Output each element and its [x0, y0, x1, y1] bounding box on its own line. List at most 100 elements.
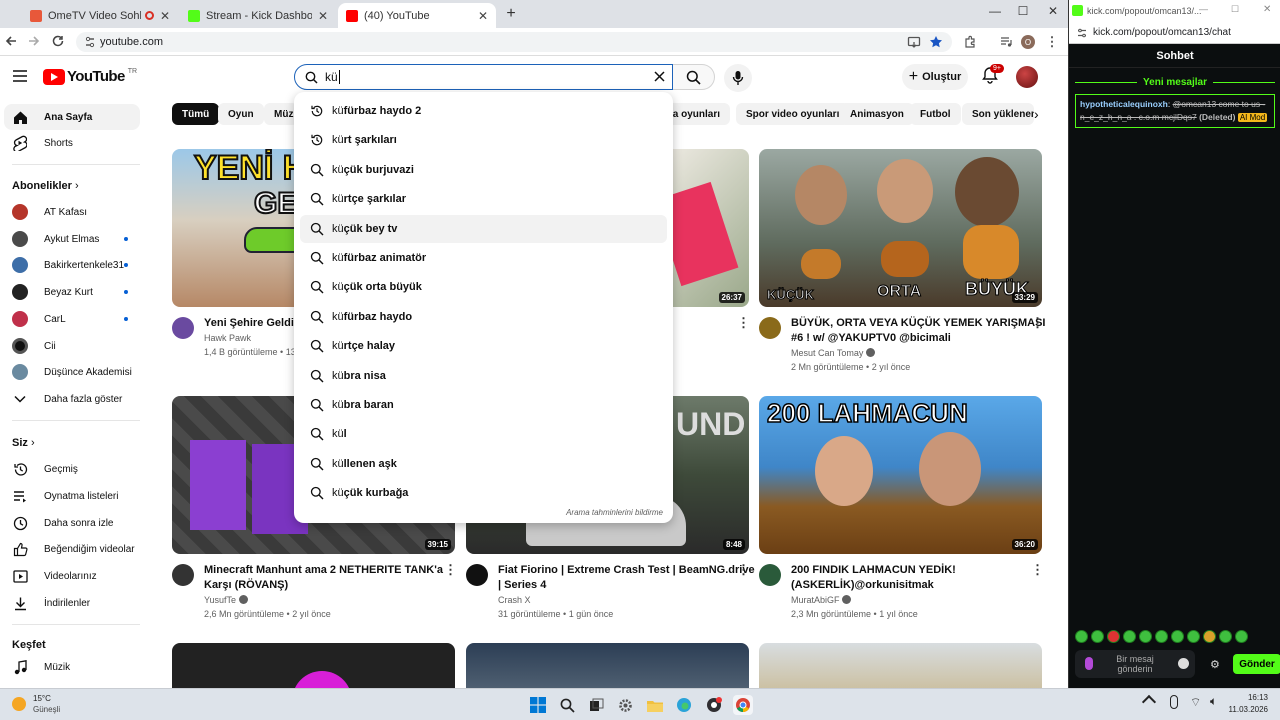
minimize-button[interactable]: — — [1199, 4, 1208, 14]
close-tab-icon[interactable]: ✕ — [318, 9, 328, 23]
settings-gear-icon[interactable] — [615, 695, 635, 715]
chat-message-input[interactable]: Bir mesaj gönderin — [1075, 650, 1195, 678]
emote-icon[interactable] — [1235, 630, 1248, 643]
account-avatar[interactable] — [1016, 66, 1038, 88]
sidebar-item-channel[interactable]: CarL — [4, 306, 140, 332]
chip-football[interactable]: Futbol — [910, 103, 961, 125]
microphone-tray-icon[interactable] — [1170, 695, 1178, 709]
video-thumbnail[interactable] — [466, 643, 749, 688]
suggestion-item[interactable]: kü bra baran — [300, 391, 667, 419]
video-title[interactable]: Minecraft Manhunt ama 2 NETHERITE TANK'a… — [204, 563, 443, 593]
suggestion-item[interactable]: kü fürbaz animatör — [300, 244, 667, 272]
wifi-icon[interactable]: ⌔ — [1190, 695, 1201, 710]
sidebar-item-channel[interactable]: Beyaz Kurt — [4, 279, 140, 305]
video-title[interactable]: 200 FINDIK LAHMACUN YEDİK! (ASKERLİK)@ork… — [791, 563, 1023, 593]
search-button[interactable] — [673, 64, 715, 90]
chat-settings-gear-icon[interactable]: ⚙ — [1210, 658, 1220, 671]
video-menu-icon[interactable]: ⋮ — [1031, 563, 1044, 576]
file-explorer-icon[interactable] — [645, 695, 665, 715]
chrome-icon[interactable] — [733, 695, 753, 715]
voice-search-button[interactable] — [724, 64, 752, 92]
video-thumbnail[interactable]: 200 LAHMACUN 36:20 — [759, 396, 1042, 554]
youtube-logo[interactable]: YouTube TR — [43, 68, 137, 85]
video-title[interactable]: BÜYÜK, ORTA VEYA KÜÇÜK YEMEK YARIŞMASI #6… — [791, 316, 1045, 346]
sidebar-item-channel[interactable]: Düşünce Akademisi — [4, 359, 140, 385]
emote-icon[interactable] — [1139, 630, 1152, 643]
suggestion-item[interactable]: kü fürbaz haydo — [300, 303, 667, 331]
windows-start-icon[interactable] — [528, 695, 548, 715]
maximize-button[interactable]: ☐ — [1231, 4, 1239, 15]
video-menu-icon[interactable]: ⋮ — [444, 563, 457, 576]
hamburger-menu-icon[interactable] — [12, 69, 28, 83]
video-thumbnail[interactable] — [172, 643, 455, 688]
chip-action-games[interactable]: era oyunları — [672, 103, 730, 125]
suggestion-item[interactable]: kü çük bey tv — [300, 214, 667, 243]
video-menu-icon[interactable]: ⋮ — [1031, 316, 1044, 329]
tab-youtube[interactable]: (40) YouTube ✕ — [338, 3, 496, 28]
sidebar-item-downloads[interactable]: İndirilenler — [4, 590, 140, 616]
chip-gaming[interactable]: Oyun — [218, 103, 264, 125]
tab-ometv[interactable]: OmeTV Video Sohbeti — O ✕ — [22, 3, 178, 28]
video-title[interactable]: Fiat Fiorino | Extreme Crash Test | Beam… — [498, 563, 755, 593]
suggestion-item[interactable]: kü rt şarkıları — [300, 126, 667, 154]
reload-button[interactable] — [51, 34, 67, 50]
subscriptions-header[interactable]: Abonelikler › — [12, 180, 79, 192]
emote-icon[interactable] — [1171, 630, 1184, 643]
sidebar-item-channel[interactable]: Cii — [4, 333, 140, 359]
video-thumbnail[interactable]: KÜÇÜK ORTA BÜYÜK 33:29 — [759, 149, 1042, 307]
emote-icon[interactable] — [1091, 630, 1104, 643]
volume-icon[interactable]: 🔈︎ — [1210, 694, 1217, 709]
close-tab-icon[interactable]: ✕ — [160, 9, 170, 23]
address-bar[interactable]: youtube.com — [76, 32, 952, 52]
sidebar-item-playlists[interactable]: Oynatma listeleri — [4, 483, 140, 509]
media-controls-icon[interactable] — [998, 34, 1014, 50]
chip-animation[interactable]: Animasyon — [840, 103, 914, 125]
sidebar-show-more[interactable]: Daha fazla göster — [4, 386, 140, 412]
clear-search-icon[interactable] — [653, 70, 666, 83]
video-channel[interactable]: Mesut Can Tomay — [791, 348, 875, 358]
forward-button[interactable] — [27, 34, 43, 50]
sidebar-item-home[interactable]: Ana Sayfa — [4, 104, 140, 130]
video-channel[interactable]: Crash X — [498, 595, 531, 605]
create-button[interactable]: + Oluştur — [902, 64, 968, 90]
suggestion-item[interactable]: kü çük burjuvazi — [300, 156, 667, 184]
task-view-icon[interactable] — [586, 695, 606, 715]
chips-next-icon[interactable]: › — [1034, 107, 1048, 121]
chip-music[interactable]: Müzik — [264, 103, 298, 125]
maximize-button[interactable]: ☐ — [1010, 4, 1036, 24]
tray-overflow-icon[interactable] — [1141, 694, 1157, 710]
chat-username[interactable]: hypotheticalequinoxh — [1080, 99, 1168, 109]
suggestion-item[interactable]: kü rtçe halay — [300, 332, 667, 360]
sidebar-item-your-videos[interactable]: Videolarınız — [4, 563, 140, 589]
sidebar-item-channel[interactable]: AT Kafası — [4, 199, 140, 225]
suggestion-item[interactable]: kü bra nisa — [300, 362, 667, 390]
chip-recently-uploaded[interactable]: Son yüklenenler — [962, 103, 1034, 125]
tab-kick-dashboard[interactable]: Stream - Kick Dashboard ✕ — [180, 3, 336, 28]
video-channel[interactable]: Hawk Pawk — [204, 333, 251, 343]
profile-avatar[interactable]: O — [1021, 35, 1035, 49]
emote-icon[interactable] — [1123, 630, 1136, 643]
obs-icon[interactable] — [704, 695, 724, 715]
bookmark-star-icon[interactable] — [928, 34, 944, 50]
video-channel[interactable]: YusufTe — [204, 595, 248, 605]
channel-avatar[interactable] — [172, 564, 194, 586]
cast-icon[interactable] — [906, 34, 922, 50]
microphone-icon[interactable] — [1085, 657, 1093, 670]
extensions-icon[interactable] — [962, 34, 978, 50]
send-button[interactable]: Gönder — [1233, 654, 1280, 674]
sidebar-item-channel[interactable]: Aykut Elmas — [4, 226, 140, 252]
sidebar-item-channel[interactable]: Bakirkertenkele31 — [4, 252, 140, 278]
search-input[interactable]: kü — [294, 64, 673, 90]
channel-avatar[interactable] — [466, 564, 488, 586]
video-menu-icon[interactable]: ⋮ — [737, 316, 750, 329]
channel-avatar[interactable] — [759, 564, 781, 586]
chip-all[interactable]: Tümü — [172, 103, 220, 125]
browser-menu-icon[interactable]: ⋮ — [1044, 34, 1060, 50]
emote-icon[interactable] — [1203, 630, 1216, 643]
emote-icon[interactable] — [1219, 630, 1232, 643]
weather-temperature[interactable]: 15°C — [33, 694, 51, 703]
channel-avatar[interactable] — [759, 317, 781, 339]
close-window-button[interactable]: ✕ — [1040, 4, 1066, 24]
suggestion-item[interactable]: kü çük orta büyük — [300, 273, 667, 301]
report-predictions-link[interactable]: Arama tahminlerini bildirme — [566, 508, 663, 517]
